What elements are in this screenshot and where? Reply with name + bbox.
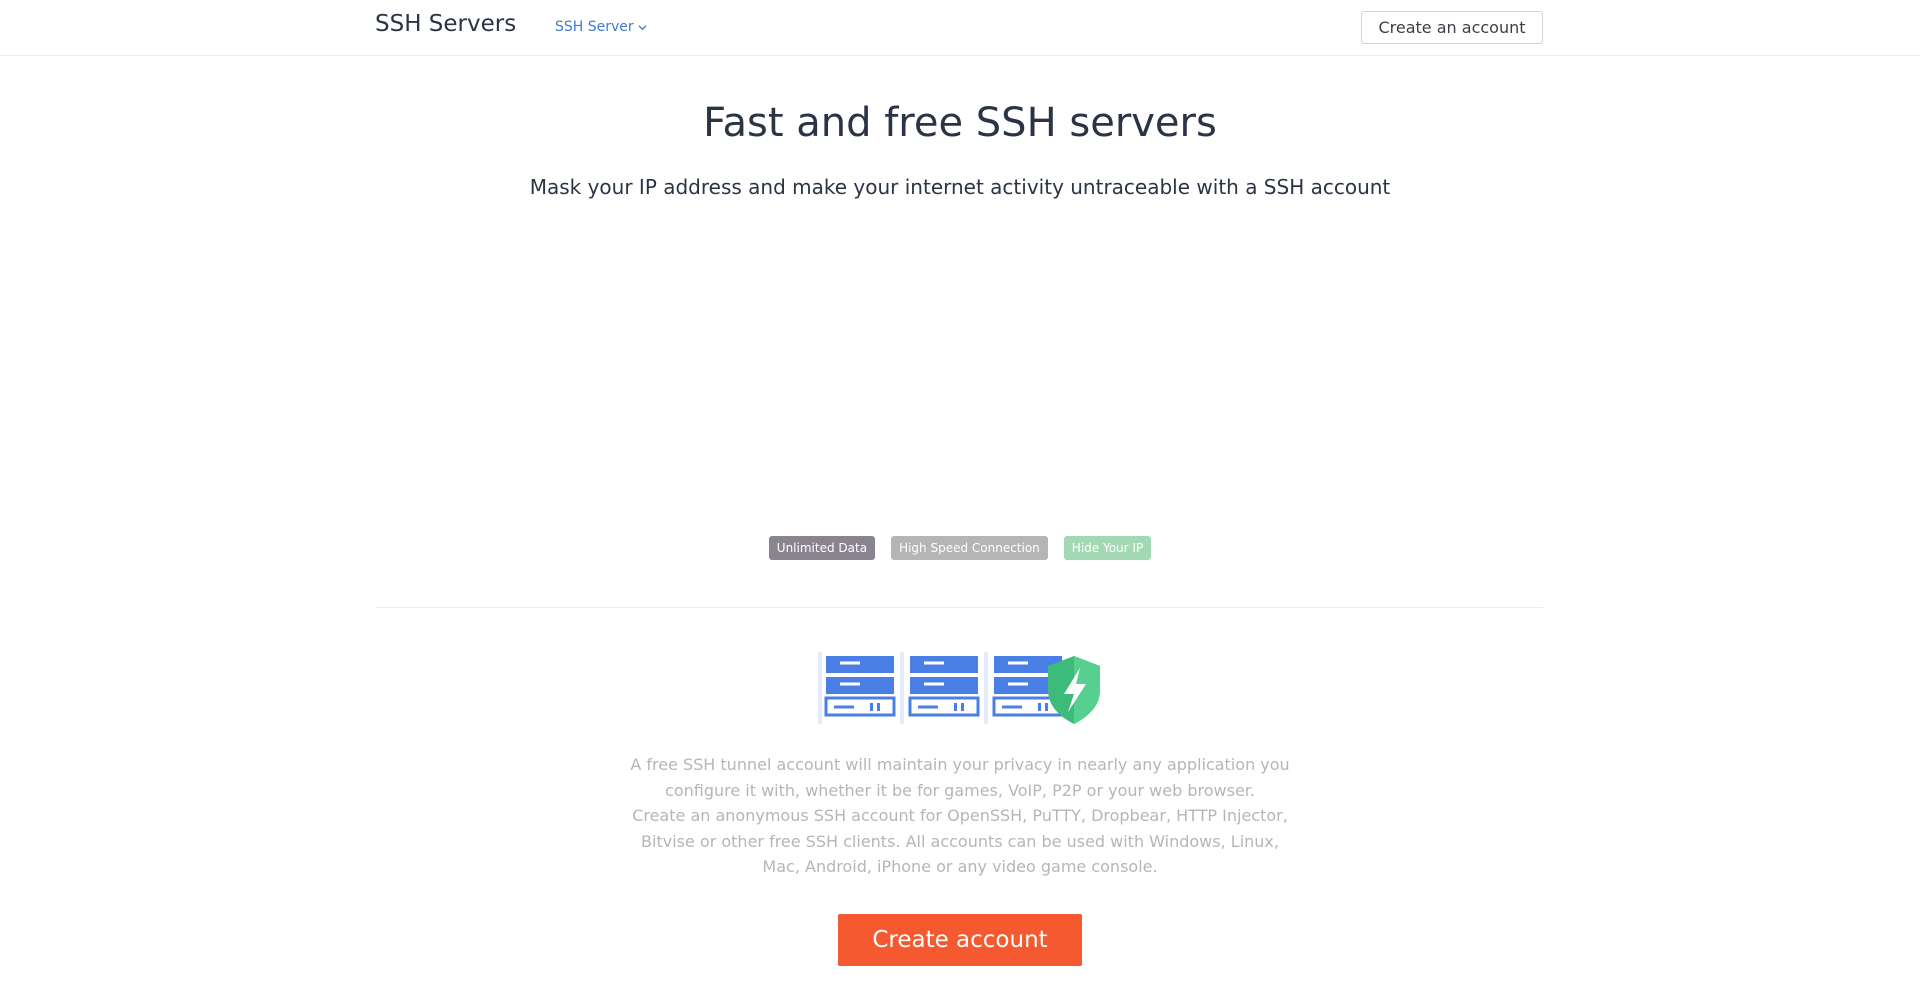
section-divider [375, 607, 1543, 608]
description-paragraph-2: Create an anonymous SSH account for Open… [632, 806, 1288, 876]
dropdown-label: SSH Server [555, 19, 634, 35]
badge-unlimited-data: Unlimited Data [768, 536, 876, 560]
feature-badges: Unlimited Data High Speed Connection Hid… [0, 536, 1920, 560]
hero-subtitle: Mask your IP address and make your inter… [529, 175, 1391, 199]
description-paragraph-1: A free SSH tunnel account will maintain … [630, 755, 1290, 800]
chevron-down-icon [638, 24, 647, 30]
create-account-button[interactable]: Create account [838, 914, 1082, 966]
create-an-account-button[interactable]: Create an account [1361, 11, 1543, 44]
description-text: A free SSH tunnel account will maintain … [620, 752, 1300, 880]
badge-hide-your-ip: Hide Your IP [1063, 536, 1152, 560]
ssh-server-dropdown[interactable]: SSH Server [555, 19, 647, 35]
brand-logo-link[interactable]: SSH Servers [375, 11, 516, 37]
server-rack-icon [818, 652, 1064, 724]
top-navbar: SSH Servers SSH Server Create an account [0, 0, 1920, 56]
badge-high-speed-connection: High Speed Connection [891, 536, 1048, 560]
server-shield-illustration [818, 652, 1100, 724]
hero-title: Fast and free SSH servers [703, 100, 1217, 146]
